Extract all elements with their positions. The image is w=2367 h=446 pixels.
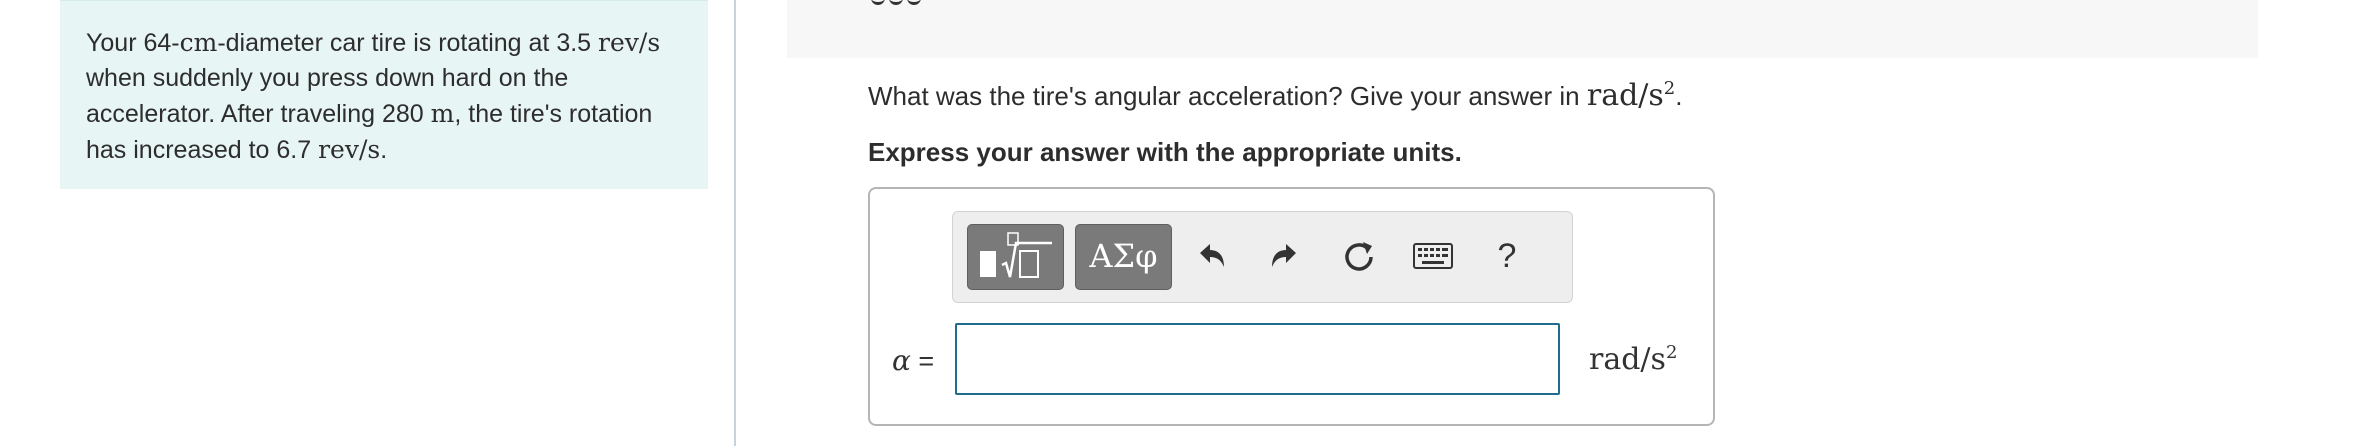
- cropped-text-fragment: [871, 0, 951, 5]
- question-body: What was the tire's angular acceleration…: [868, 81, 1587, 111]
- answer-unit-exponent: 2: [1665, 342, 1678, 363]
- question-end: .: [1675, 81, 1683, 111]
- redo-button[interactable]: [1263, 230, 1307, 282]
- unit-m: m: [430, 99, 455, 128]
- answer-instruction: Express your answer with the appropriate…: [868, 137, 1462, 167]
- alpha-symbol: α: [892, 344, 911, 377]
- problem-text-5: .: [380, 136, 388, 164]
- greek-symbols-button[interactable]: ΑΣφ: [1075, 224, 1172, 290]
- previous-part-area: [787, 0, 2258, 58]
- problem-statement-box: Your 64-cm-diameter car tire is rotating…: [60, 0, 708, 189]
- templates-icon: [980, 232, 1052, 278]
- problem-text-1: Your 64-: [86, 29, 180, 57]
- panel-divider: [734, 0, 736, 446]
- answer-variable-label: α =: [892, 344, 934, 377]
- problem-statement: Your 64-cm-diameter car tire is rotating…: [86, 25, 686, 168]
- unit-cm: cm: [179, 28, 218, 57]
- answer-input[interactable]: [955, 323, 1560, 395]
- keyboard-icon: [1413, 243, 1453, 269]
- templates-button[interactable]: [967, 224, 1064, 290]
- equals-sign: =: [910, 346, 935, 376]
- question-unit: rad/s2: [1587, 78, 1675, 113]
- answer-unit-base: rad/s: [1589, 342, 1666, 377]
- question-unit-base: rad/s: [1586, 78, 1664, 113]
- math-toolbar: ΑΣφ ?: [952, 211, 1573, 303]
- undo-icon: [1200, 244, 1224, 267]
- reset-button[interactable]: [1337, 230, 1381, 282]
- unit-rev-per-s: rev/s: [598, 28, 661, 57]
- keyboard-button[interactable]: [1411, 230, 1455, 282]
- answer-box: ΑΣφ ? α = rad/s2: [868, 187, 1715, 426]
- problem-panel: Your 64-cm-diameter car tire is rotating…: [0, 0, 734, 446]
- question-text: What was the tire's angular acceleration…: [868, 78, 1682, 113]
- answer-unit-label: rad/s2: [1589, 342, 1677, 377]
- question-unit-exponent: 2: [1663, 78, 1676, 99]
- help-icon: ?: [1497, 236, 1517, 275]
- problem-text-2: -diameter car tire is rotating at 3.5: [217, 29, 599, 57]
- unit-rev-per-s-2: rev/s: [318, 135, 381, 164]
- undo-button[interactable]: [1189, 230, 1233, 282]
- redo-icon: [1272, 244, 1296, 267]
- reset-icon: [1345, 242, 1373, 271]
- help-button[interactable]: ?: [1485, 230, 1529, 282]
